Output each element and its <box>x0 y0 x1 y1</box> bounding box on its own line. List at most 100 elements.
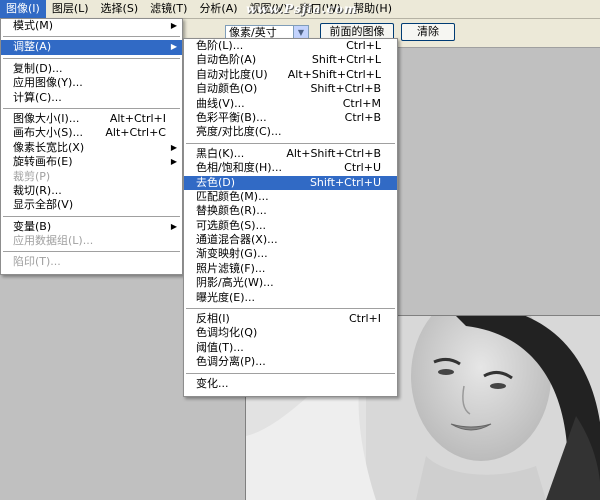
adjust-menu-item-label: 黑白(K)... <box>196 146 245 160</box>
adjust-menu-item-shortcut: Alt+Shift+Ctrl+L <box>287 67 381 81</box>
submenu-arrow-icon: ▶ <box>170 142 177 152</box>
adjust-menu-separator <box>186 308 395 310</box>
adjust-menu-item-15[interactable]: 渐变映射(G)... <box>184 247 397 261</box>
adjust-menu-item-label: 色相/饱和度(H)... <box>196 161 283 175</box>
image-menu-separator <box>3 251 180 253</box>
submenu-arrow-icon: ▶ <box>170 42 177 52</box>
adjust-menu-item-label: 曲线(V)... <box>196 96 245 110</box>
image-menu-item-label: 计算(C)... <box>13 90 62 104</box>
adjust-menu-item-shortcut: Shift+Ctrl+L <box>311 53 381 67</box>
image-menu-separator <box>3 57 180 59</box>
image-menu-item-10[interactable]: 像素长宽比(X) ▶ <box>1 141 182 155</box>
image-menu-item-8[interactable]: 图像大小(I)... Alt+Ctrl+I <box>1 112 182 126</box>
menu-select[interactable]: 选择(S) <box>95 0 145 18</box>
adjust-menu-item-13[interactable]: 可选颜色(S)... <box>184 219 397 233</box>
image-menu-item-6[interactable]: 计算(C)... <box>1 91 182 105</box>
image-menu-item-19: 陷印(T)... <box>1 255 182 269</box>
adjust-menu-item-label: 阴影/高光(W)... <box>196 276 274 290</box>
adjustments-submenu: 色阶(L)... Ctrl+L 自动色阶(A) Shift+Ctrl+L 自动对比度(U… <box>183 38 398 397</box>
menu-filter[interactable]: 滤镜(T) <box>144 0 193 18</box>
image-menu-item-5[interactable]: 应用图像(Y)... <box>1 76 182 90</box>
clear-button[interactable]: 清除 <box>401 23 455 41</box>
image-menu-separator <box>3 36 180 38</box>
adjust-menu-item-14[interactable]: 通道混合器(X)... <box>184 233 397 247</box>
adjust-menu-item-label: 色调分离(P)... <box>196 355 266 369</box>
image-menu-item-shortcut: Alt+Ctrl+C <box>105 126 166 140</box>
adjust-menu-item-label: 匹配颜色(M)... <box>196 189 269 203</box>
adjust-menu-item-shortcut: Alt+Shift+Ctrl+B <box>286 146 381 160</box>
adjust-menu-item-5[interactable]: 色彩平衡(B)... Ctrl+B <box>184 111 397 125</box>
menu-layer[interactable]: 图层(L) <box>46 0 95 18</box>
adjust-menu-item-23[interactable]: 色调分离(P)... <box>184 355 397 369</box>
adjust-menu-item-shortcut: Ctrl+M <box>342 96 381 110</box>
adjust-menu-item-6[interactable]: 亮度/对比度(C)... <box>184 125 397 139</box>
image-menu-item-label: 应用图像(Y)... <box>13 76 83 90</box>
adjust-menu-separator <box>186 142 395 144</box>
submenu-arrow-icon: ▶ <box>170 221 177 231</box>
adjust-menu-item-label: 替换颜色(R)... <box>196 204 267 218</box>
image-menu-item-11[interactable]: 旋转画布(E) ▶ <box>1 155 182 169</box>
adjust-menu-item-8[interactable]: 黑白(K)... Alt+Shift+Ctrl+B <box>184 147 397 161</box>
adjust-menu-item-label: 可选颜色(S)... <box>196 218 267 232</box>
image-menu-item-label: 裁剪(P) <box>13 169 51 183</box>
image-menu-item-shortcut: Alt+Ctrl+I <box>109 111 166 125</box>
adjust-menu-item-label: 自动颜色(O) <box>196 82 258 96</box>
site-watermark: www.Psjia.com <box>246 2 358 16</box>
adjust-menu-item-18[interactable]: 曝光度(E)... <box>184 291 397 305</box>
adjust-menu-item-2[interactable]: 自动对比度(U) Alt+Shift+Ctrl+L <box>184 68 397 82</box>
image-menu-item-label: 应用数据组(L)... <box>13 234 94 248</box>
adjust-menu-item-label: 自动对比度(U) <box>196 67 268 81</box>
image-menu-item-4[interactable]: 复制(D)... <box>1 62 182 76</box>
adjust-menu-item-label: 亮度/对比度(C)... <box>196 125 282 139</box>
image-menu-item-label: 显示全部(V) <box>13 198 74 212</box>
image-menu-item-9[interactable]: 画布大小(S)... Alt+Ctrl+C <box>1 126 182 140</box>
adjust-menu-item-11[interactable]: 匹配颜色(M)... <box>184 190 397 204</box>
image-menu-item-14[interactable]: 显示全部(V) <box>1 198 182 212</box>
image-menu-item-label: 旋转画布(E) <box>13 155 73 169</box>
adjust-menu-item-12[interactable]: 替换颜色(R)... <box>184 204 397 218</box>
adjust-menu-item-shortcut: Shift+Ctrl+B <box>310 82 381 96</box>
adjust-menu-item-label: 照片滤镜(F)... <box>196 261 266 275</box>
image-menu-item-label: 画布大小(S)... <box>13 126 84 140</box>
adjust-menu-item-16[interactable]: 照片滤镜(F)... <box>184 262 397 276</box>
adjust-menu-item-label: 色调均化(Q) <box>196 326 258 340</box>
adjust-menu-item-label: 色阶(L)... <box>196 39 244 52</box>
image-menu: 模式(M) ▶ 调整(A) ▶ 复制(D)... 应用图像(Y)... 计算(C)... 图像… <box>0 18 183 275</box>
adjust-menu-item-shortcut: Ctrl+U <box>344 161 381 175</box>
image-menu-item-16[interactable]: 变量(B) ▶ <box>1 220 182 234</box>
adjust-menu-item-21[interactable]: 色调均化(Q) <box>184 326 397 340</box>
adjust-menu-item-shortcut: Shift+Ctrl+U <box>309 175 381 189</box>
adjust-menu-item-label: 去色(D) <box>196 175 236 189</box>
adjust-menu-item-3[interactable]: 自动颜色(O) Shift+Ctrl+B <box>184 82 397 96</box>
image-menu-item-label: 模式(M) <box>13 19 54 32</box>
adjust-menu-item-20[interactable]: 反相(I) Ctrl+I <box>184 312 397 326</box>
adjust-menu-item-label: 曝光度(E)... <box>196 290 256 304</box>
submenu-arrow-icon: ▶ <box>170 21 177 30</box>
adjust-menu-item-9[interactable]: 色相/饱和度(H)... Ctrl+U <box>184 161 397 175</box>
image-menu-item-2[interactable]: 调整(A) ▶ <box>1 40 182 55</box>
adjust-menu-item-0[interactable]: 色阶(L)... Ctrl+L <box>184 39 397 53</box>
submenu-arrow-icon: ▶ <box>170 157 177 167</box>
image-menu-item-0[interactable]: 模式(M) ▶ <box>1 19 182 33</box>
adjust-menu-item-1[interactable]: 自动色阶(A) Shift+Ctrl+L <box>184 53 397 67</box>
adjust-menu-item-25[interactable]: 变化... <box>184 377 397 391</box>
image-menu-item-label: 裁切(R)... <box>13 183 62 197</box>
image-menu-item-label: 调整(A) <box>13 40 52 54</box>
image-menu-item-label: 图像大小(I)... <box>13 111 80 125</box>
menu-analysis[interactable]: 分析(A) <box>193 0 243 18</box>
image-menu-item-label: 变量(B) <box>13 219 52 233</box>
adjust-menu-item-shortcut: Ctrl+I <box>348 312 381 326</box>
adjust-menu-item-10[interactable]: 去色(D) Shift+Ctrl+U <box>184 175 397 190</box>
adjust-menu-item-4[interactable]: 曲线(V)... Ctrl+M <box>184 97 397 111</box>
image-menu-item-label: 复制(D)... <box>13 61 63 75</box>
image-menu-item-12: 裁剪(P) <box>1 170 182 184</box>
adjust-menu-item-17[interactable]: 阴影/高光(W)... <box>184 276 397 290</box>
adjust-menu-item-label: 变化... <box>196 376 229 390</box>
image-menu-item-13[interactable]: 裁切(R)... <box>1 184 182 198</box>
menu-image[interactable]: 图像(I) <box>0 0 46 18</box>
adjust-menu-item-label: 通道混合器(X)... <box>196 233 278 247</box>
adjust-menu-item-shortcut: Ctrl+B <box>344 110 381 124</box>
adjust-menu-item-22[interactable]: 阈值(T)... <box>184 341 397 355</box>
adjust-menu-item-label: 阈值(T)... <box>196 340 244 354</box>
adjust-menu-item-shortcut: Ctrl+L <box>346 39 381 52</box>
